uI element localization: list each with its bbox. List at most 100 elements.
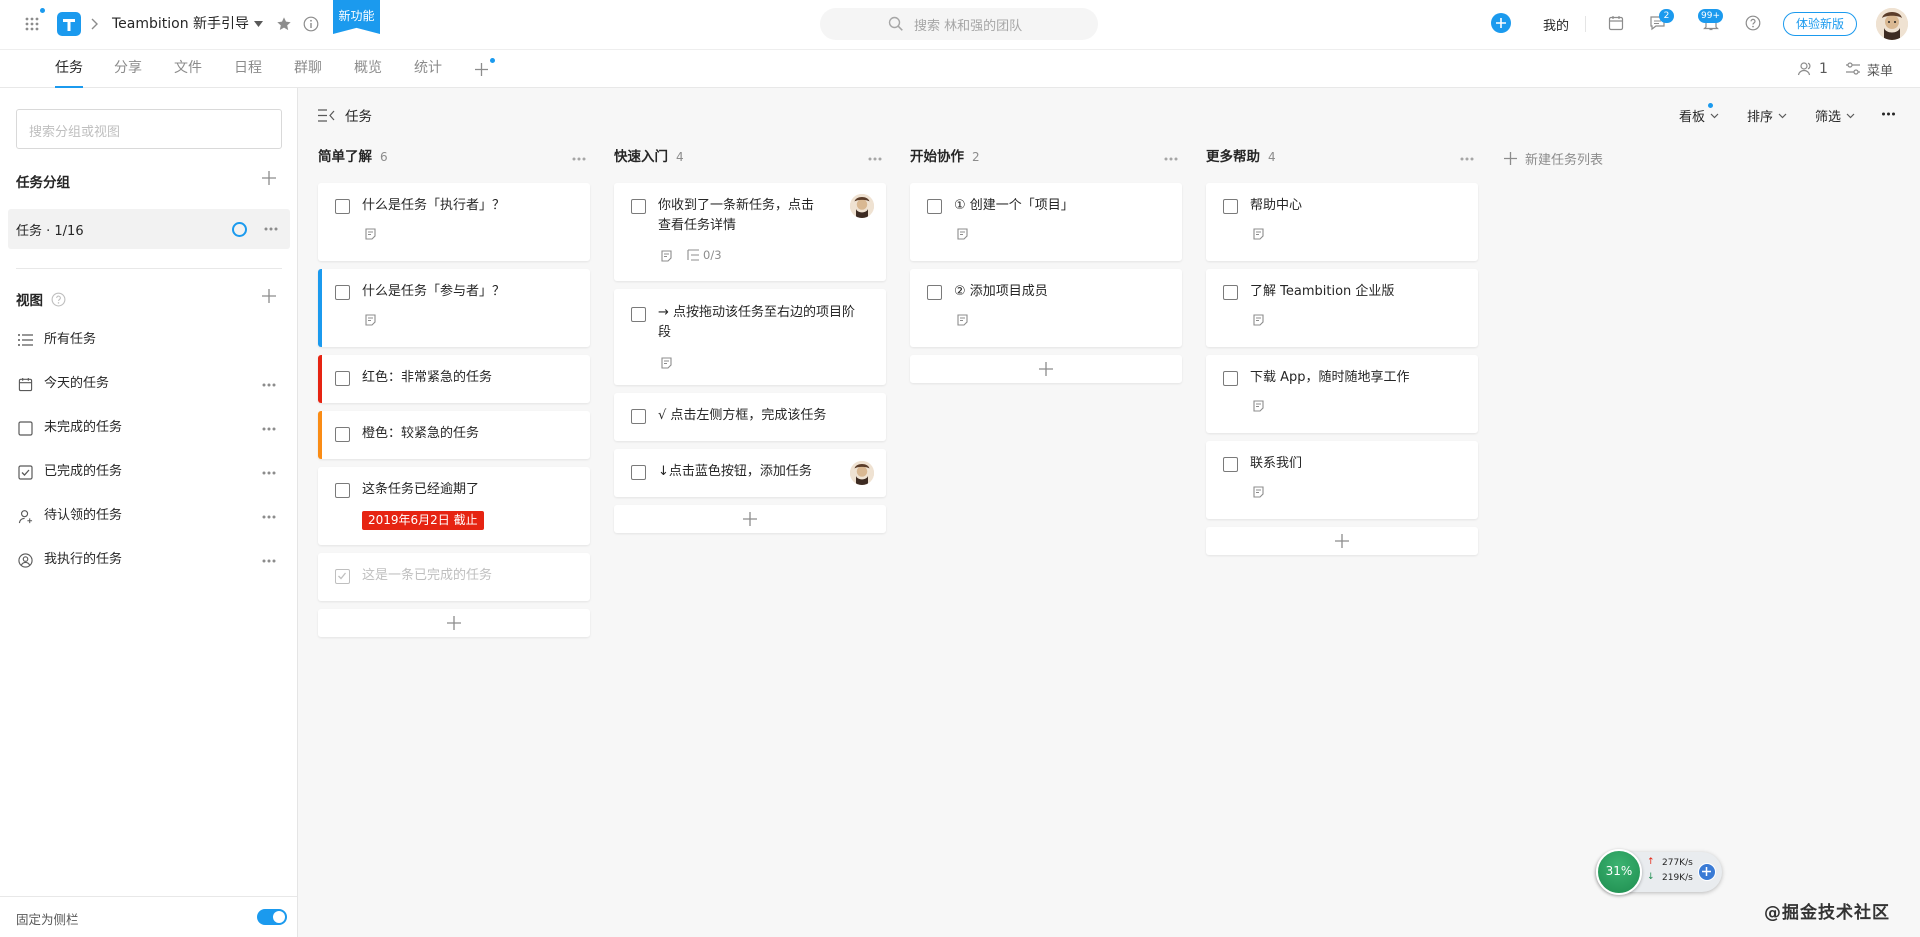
more-icon[interactable] (262, 427, 276, 431)
task-checkbox[interactable] (1223, 199, 1238, 214)
add-task-button[interactable] (1206, 527, 1478, 555)
task-checkbox[interactable] (1223, 371, 1238, 386)
task-card[interactable]: 红色：非常紧急的任务 (318, 355, 590, 403)
task-card[interactable]: 什么是任务「参与者」？ (318, 269, 590, 347)
more-icon[interactable] (262, 515, 276, 519)
view-my-tasks[interactable]: 我执行的任务 (0, 542, 297, 578)
task-checkbox[interactable] (335, 285, 350, 300)
task-checkbox[interactable] (335, 371, 350, 386)
tab-group-chat[interactable]: 群聊 (294, 50, 322, 88)
network-monitor-widget[interactable]: 31% ↑ 277K/s ↓ 219K/s (1596, 849, 1722, 895)
search-box[interactable]: 搜索 林和强的团队 (820, 8, 1098, 40)
task-checkbox[interactable] (927, 285, 942, 300)
task-card-completed[interactable]: 这是一条已完成的任务 (318, 553, 590, 601)
tab-statistics[interactable]: 统计 (414, 50, 442, 88)
task-card[interactable]: 橙色：较紧急的任务 (318, 411, 590, 459)
tab-schedule[interactable]: 日程 (234, 50, 262, 88)
calendar-icon[interactable] (1606, 13, 1626, 33)
view-incomplete-tasks[interactable]: 未完成的任务 (0, 410, 297, 446)
expand-widget-button[interactable] (1698, 863, 1716, 881)
add-task-button[interactable] (910, 355, 1182, 383)
add-view-button[interactable] (260, 287, 278, 305)
pin-sidebar-toggle[interactable] (257, 909, 287, 925)
task-checkbox[interactable] (335, 483, 350, 498)
more-icon[interactable] (262, 559, 276, 563)
more-icon[interactable] (262, 383, 276, 387)
task-title-line: → 点按拖动该任务至右边的项目阶 (658, 305, 856, 320)
more-icon[interactable] (264, 227, 278, 231)
my-link[interactable]: 我的 (1543, 15, 1569, 34)
info-icon[interactable] (301, 14, 321, 34)
trial-new-version-button[interactable]: 体验新版 (1783, 12, 1857, 36)
more-icon[interactable] (868, 157, 882, 161)
task-checkbox[interactable] (927, 199, 942, 214)
task-checkbox[interactable] (631, 465, 646, 480)
add-task-button[interactable] (318, 609, 590, 637)
help-icon[interactable] (1743, 13, 1763, 33)
more-icon[interactable] (1460, 157, 1474, 161)
task-checkbox-checked[interactable] (335, 569, 350, 584)
app-grid-icon[interactable] (22, 14, 42, 34)
priority-stripe (318, 269, 322, 347)
sort-dropdown[interactable]: 排序 (1747, 106, 1787, 125)
task-card[interactable]: ② 添加项目成员 (910, 269, 1182, 347)
task-checkbox[interactable] (1223, 285, 1238, 300)
task-checkbox[interactable] (631, 409, 646, 424)
board-breadcrumb[interactable]: 任务 (318, 105, 372, 125)
task-group-item[interactable]: 任务 · 1/16 (8, 209, 290, 249)
add-tab-button[interactable] (472, 60, 490, 78)
filter-dropdown[interactable]: 筛选 (1815, 106, 1855, 125)
view-unclaimed-tasks[interactable]: 待认领的任务 (0, 498, 297, 534)
task-card[interactable]: 帮助中心 (1206, 183, 1478, 261)
task-title: 帮助中心 (1250, 198, 1303, 213)
assignee-avatar[interactable] (850, 461, 874, 485)
tab-share[interactable]: 分享 (114, 50, 142, 88)
task-card[interactable]: √ 点击左侧方框，完成该任务 (614, 393, 886, 441)
toggle-knob (273, 911, 285, 923)
star-icon[interactable] (274, 14, 294, 34)
user-avatar[interactable] (1876, 8, 1908, 40)
task-card[interactable]: ↓点击蓝色按钮，添加任务 (614, 449, 886, 497)
teambition-logo[interactable] (57, 12, 81, 36)
menu-button[interactable]: 菜单 (1845, 59, 1893, 79)
upload-arrow-icon: ↑ (1647, 857, 1655, 867)
task-card[interactable]: ① 创建一个「项目」 (910, 183, 1182, 261)
view-mode-dropdown[interactable]: 看板 (1679, 106, 1719, 125)
task-card[interactable]: 下载 App，随时随地享工作 (1206, 355, 1478, 433)
new-task-list-button[interactable]: 新建任务列表 (1504, 149, 1603, 168)
task-card[interactable]: 什么是任务「执行者」？ (318, 183, 590, 261)
task-checkbox[interactable] (631, 307, 646, 322)
task-card[interactable]: 了解 Teambition 企业版 (1206, 269, 1478, 347)
assignee-avatar[interactable] (850, 194, 874, 218)
more-icon[interactable] (262, 471, 276, 475)
task-title: 橙色：较紧急的任务 (362, 426, 480, 441)
task-card[interactable]: 你收到了一条新任务，点击 查看任务详情 0/3 (614, 183, 886, 281)
tab-overview[interactable]: 概览 (354, 50, 382, 88)
view-completed-tasks[interactable]: 已完成的任务 (0, 454, 297, 490)
members-button[interactable]: 1 (1797, 59, 1828, 79)
task-checkbox[interactable] (631, 199, 646, 214)
more-icon[interactable] (572, 157, 586, 161)
sidebar-search-input[interactable]: 搜索分组或视图 (16, 109, 282, 149)
task-card[interactable]: → 点按拖动该任务至右边的项目阶 段 (614, 289, 886, 385)
more-icon[interactable] (1164, 157, 1178, 161)
help-icon[interactable] (51, 292, 66, 307)
quick-add-button[interactable] (1491, 13, 1511, 33)
add-group-button[interactable] (260, 169, 278, 187)
tab-label: 文件 (174, 60, 202, 76)
more-icon[interactable] (1881, 112, 1896, 116)
task-card[interactable]: 联系我们 (1206, 441, 1478, 519)
add-task-button[interactable] (614, 505, 886, 533)
view-today-tasks[interactable]: 今天的任务 (0, 366, 297, 402)
column-count: 6 (380, 150, 388, 164)
view-all-tasks[interactable]: 所有任务 (0, 322, 297, 358)
project-name[interactable]: Teambition 新手引导 (112, 14, 264, 34)
tab-files[interactable]: 文件 (174, 50, 202, 88)
chevron-right-icon (88, 17, 100, 31)
tab-tasks[interactable]: 任务 (55, 50, 83, 88)
task-checkbox[interactable] (335, 427, 350, 442)
task-checkbox[interactable] (1223, 457, 1238, 472)
task-card[interactable]: 这条任务已经逾期了 2019年6月2日 截止 (318, 467, 590, 545)
task-checkbox[interactable] (335, 199, 350, 214)
new-feature-badge[interactable]: 新功能 (333, 0, 380, 34)
